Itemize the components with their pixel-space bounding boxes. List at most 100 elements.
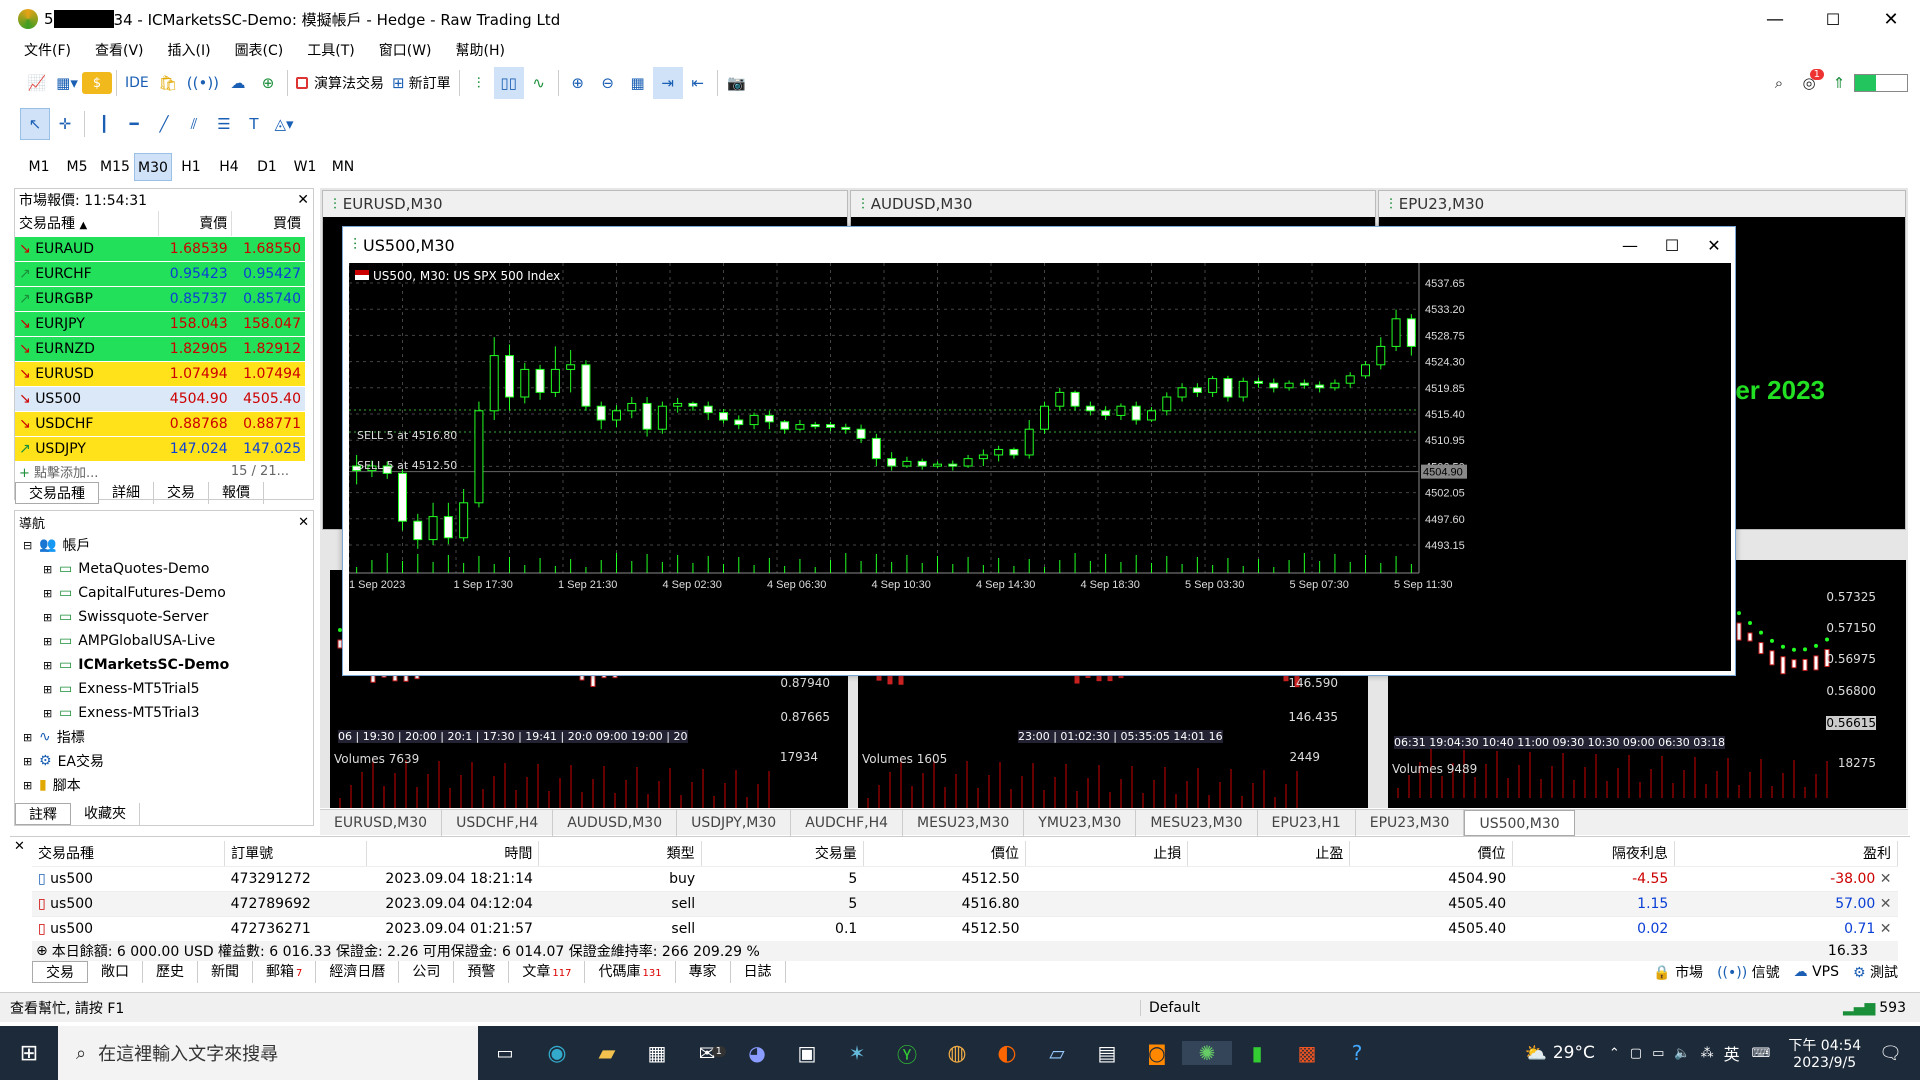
tray-icon-1[interactable]: ▢ xyxy=(1630,1046,1642,1061)
vps-cloud-icon[interactable]: ☁ xyxy=(223,67,253,99)
trade-col-header[interactable]: 時間 xyxy=(366,841,540,867)
us500-maximize-button[interactable]: ☐ xyxy=(1651,236,1693,255)
timeframe-m1[interactable]: M1 xyxy=(20,153,58,181)
market-watch-row[interactable]: ↗ EURGBP 0.85737 0.85740 xyxy=(15,286,305,312)
tree-indicators[interactable]: ⊞ ∿ 指標 xyxy=(23,725,313,749)
toolbox-tab[interactable]: 郵箱 7 xyxy=(253,961,317,983)
toolbox-tab[interactable]: 日誌 xyxy=(731,961,786,983)
horizontal-line-icon[interactable]: ━ xyxy=(119,108,149,140)
chart-line-icon[interactable]: 📈 xyxy=(22,67,52,99)
toolbox-right-tab[interactable]: ⚙ 測試 xyxy=(1853,962,1898,982)
tree-server[interactable]: ⊞ ▭ MetaQuotes-Demo xyxy=(23,557,313,581)
explorer-icon[interactable]: ▰ xyxy=(582,1041,632,1066)
discord-icon[interactable]: ◕ xyxy=(732,1041,782,1065)
line-chart-icon[interactable]: ∿ xyxy=(524,67,554,99)
market-watch-close-icon[interactable]: ✕ xyxy=(297,192,309,208)
maximize-button[interactable]: ☐ xyxy=(1804,10,1862,29)
bar-chart-icon[interactable]: ⫶ xyxy=(464,67,494,99)
close-position-icon[interactable]: ✕ xyxy=(1875,896,1892,912)
tree-accounts[interactable]: ⊟ 👥 帳戶 xyxy=(23,533,313,557)
menu-item[interactable]: 查看(V) xyxy=(83,40,156,60)
chart-tab[interactable]: EURUSD,M30 xyxy=(320,809,443,836)
toolbox-tab[interactable]: 交易 xyxy=(32,961,88,983)
chart-tab[interactable]: USDCHF,H4 xyxy=(442,809,554,836)
tree-expert-advisors[interactable]: ⊞ ⚙ EA交易 xyxy=(23,749,313,773)
nav-tab[interactable]: 註釋 xyxy=(15,803,71,825)
chart-tab[interactable]: YMU23,M30 xyxy=(1024,809,1137,836)
grid-icon[interactable]: ▦ xyxy=(623,67,653,99)
market-watch-row[interactable]: ↘ USDCHF 0.88768 0.88771 xyxy=(15,411,305,437)
candlestick-icon[interactable]: ▯▯ xyxy=(493,67,524,99)
trade-col-header[interactable]: 交易品種 xyxy=(32,841,226,867)
app-icon-5[interactable]: ◙ xyxy=(1132,1041,1182,1065)
trade-col-header[interactable]: 隔夜利息 xyxy=(1512,841,1675,867)
network-icon[interactable]: ▭ xyxy=(1652,1046,1664,1061)
trade-row[interactable]: ▯ us500 473291272 2023.09.04 18:21:14 buy 5 4… xyxy=(32,866,1898,892)
market-watch-row[interactable]: ↘ EURUSD 1.07494 1.07494 xyxy=(15,361,305,387)
weather-temp[interactable]: 29°C xyxy=(1553,1043,1595,1063)
search-icon[interactable]: ⌕ xyxy=(1764,67,1794,99)
tree-server[interactable]: ⊞ ▭ Swissquote-Server xyxy=(23,605,313,629)
chart-tab[interactable]: EPU23,H1 xyxy=(1258,809,1356,836)
algo-trading-button[interactable]: 演算法交易 xyxy=(292,67,388,99)
timeframe-m5[interactable]: M5 xyxy=(58,153,96,181)
timeframe-mn[interactable]: MN xyxy=(324,153,362,181)
chart-window-us500[interactable]: ⫶ US500,M30 — ☐ ✕ 4537.65 4533.20 4528.75 4… xyxy=(342,226,1736,676)
toolbox-close-icon[interactable]: ✕ xyxy=(14,839,25,854)
chart-tab[interactable]: MESU23,M30 xyxy=(1136,809,1258,836)
col-ask[interactable]: 買價 xyxy=(231,211,305,237)
edge-icon[interactable]: ◉ xyxy=(532,1041,582,1066)
task-view-icon[interactable]: ▭ xyxy=(478,1043,532,1064)
channel-icon[interactable]: ⫽ xyxy=(179,108,209,140)
timeframe-d1[interactable]: D1 xyxy=(248,153,286,181)
tree-scripts[interactable]: ⊞ ▮ 腳本 xyxy=(23,773,313,797)
store-icon[interactable]: ▦ xyxy=(632,1041,682,1065)
toolbox-tab[interactable]: 代碼庫 131 xyxy=(585,961,676,983)
help-icon[interactable]: ? xyxy=(1332,1041,1382,1065)
chart-shift-icon[interactable]: ⇤ xyxy=(683,67,713,99)
toolbox-tab[interactable]: 公司 xyxy=(399,961,455,983)
ime-icon[interactable]: ⁂ xyxy=(1701,1046,1714,1061)
add-symbol-link[interactable]: + 點擊添加... xyxy=(19,462,98,481)
app-icon-7[interactable]: ▩ xyxy=(1282,1041,1332,1065)
chart-tab[interactable]: USDJPY,M30 xyxy=(677,809,792,836)
toolbox-tab[interactable]: 敞口 xyxy=(88,961,143,983)
weather-icon[interactable]: ⛅ xyxy=(1524,1043,1546,1064)
nav-tab[interactable]: 收藏夾 xyxy=(71,803,140,825)
app-icon-1[interactable]: ▣ xyxy=(782,1041,832,1065)
zoom-in-icon[interactable]: ⊕ xyxy=(563,67,593,99)
new-order-button[interactable]: ⊞ 新訂單 xyxy=(388,67,455,99)
close-button[interactable]: ✕ xyxy=(1862,9,1920,30)
chart-tab[interactable]: MESU23,M30 xyxy=(903,809,1025,836)
market-bag-icon[interactable]: 🛍 xyxy=(153,67,183,99)
market-watch-row[interactable]: ↘ US500 4504.90 4505.40 xyxy=(15,386,305,412)
timeframe-h4[interactable]: H4 xyxy=(210,153,248,181)
tree-server[interactable]: ⊞ ▭ Exness-MT5Trial3 xyxy=(23,701,313,725)
trade-col-header[interactable]: 價位 xyxy=(1349,841,1513,867)
trade-col-header[interactable]: 止盈 xyxy=(1187,841,1351,867)
trade-row[interactable]: ▯ us500 472789692 2023.09.04 04:12:04 sell 5… xyxy=(32,891,1898,917)
chart-tab[interactable]: AUDCHF,H4 xyxy=(791,809,904,836)
toolbox-right-tab[interactable]: ☁ VPS xyxy=(1794,964,1839,980)
menu-item[interactable]: 幫助(H) xyxy=(444,40,517,60)
toolbox-tab[interactable]: 預警 xyxy=(454,961,510,983)
app-icon-2[interactable]: ✶ xyxy=(832,1041,882,1065)
mw-tab[interactable]: 報價 xyxy=(209,481,264,504)
notifications-icon[interactable]: ◎ 1 xyxy=(1794,67,1824,99)
us500-close-button[interactable]: ✕ xyxy=(1693,236,1735,255)
chart-template-icon[interactable]: ▦▾ xyxy=(52,67,82,99)
chart-tab[interactable]: AUDUSD,M30 xyxy=(553,809,678,836)
toolbox-right-tab[interactable]: ((•)) 信號 xyxy=(1717,962,1780,982)
col-bid[interactable]: 賣價 xyxy=(158,211,233,237)
keyboard-icon[interactable]: ⌨ xyxy=(1752,1046,1771,1061)
menu-item[interactable]: 工具(T) xyxy=(295,40,366,60)
us500-minimize-button[interactable]: — xyxy=(1609,236,1651,255)
menu-item[interactable]: 窗口(W) xyxy=(367,40,444,60)
account-level-icon[interactable]: ⇑ xyxy=(1824,67,1854,99)
chart-tab[interactable]: US500,M30 xyxy=(1464,809,1575,836)
mw-tab[interactable]: 詳細 xyxy=(99,481,154,504)
menu-item[interactable]: 插入(I) xyxy=(156,40,223,60)
vertical-line-icon[interactable]: ┃ xyxy=(89,108,119,140)
trade-col-header[interactable]: 類型 xyxy=(538,841,702,867)
trade-col-header[interactable]: 價位 xyxy=(863,841,1027,867)
